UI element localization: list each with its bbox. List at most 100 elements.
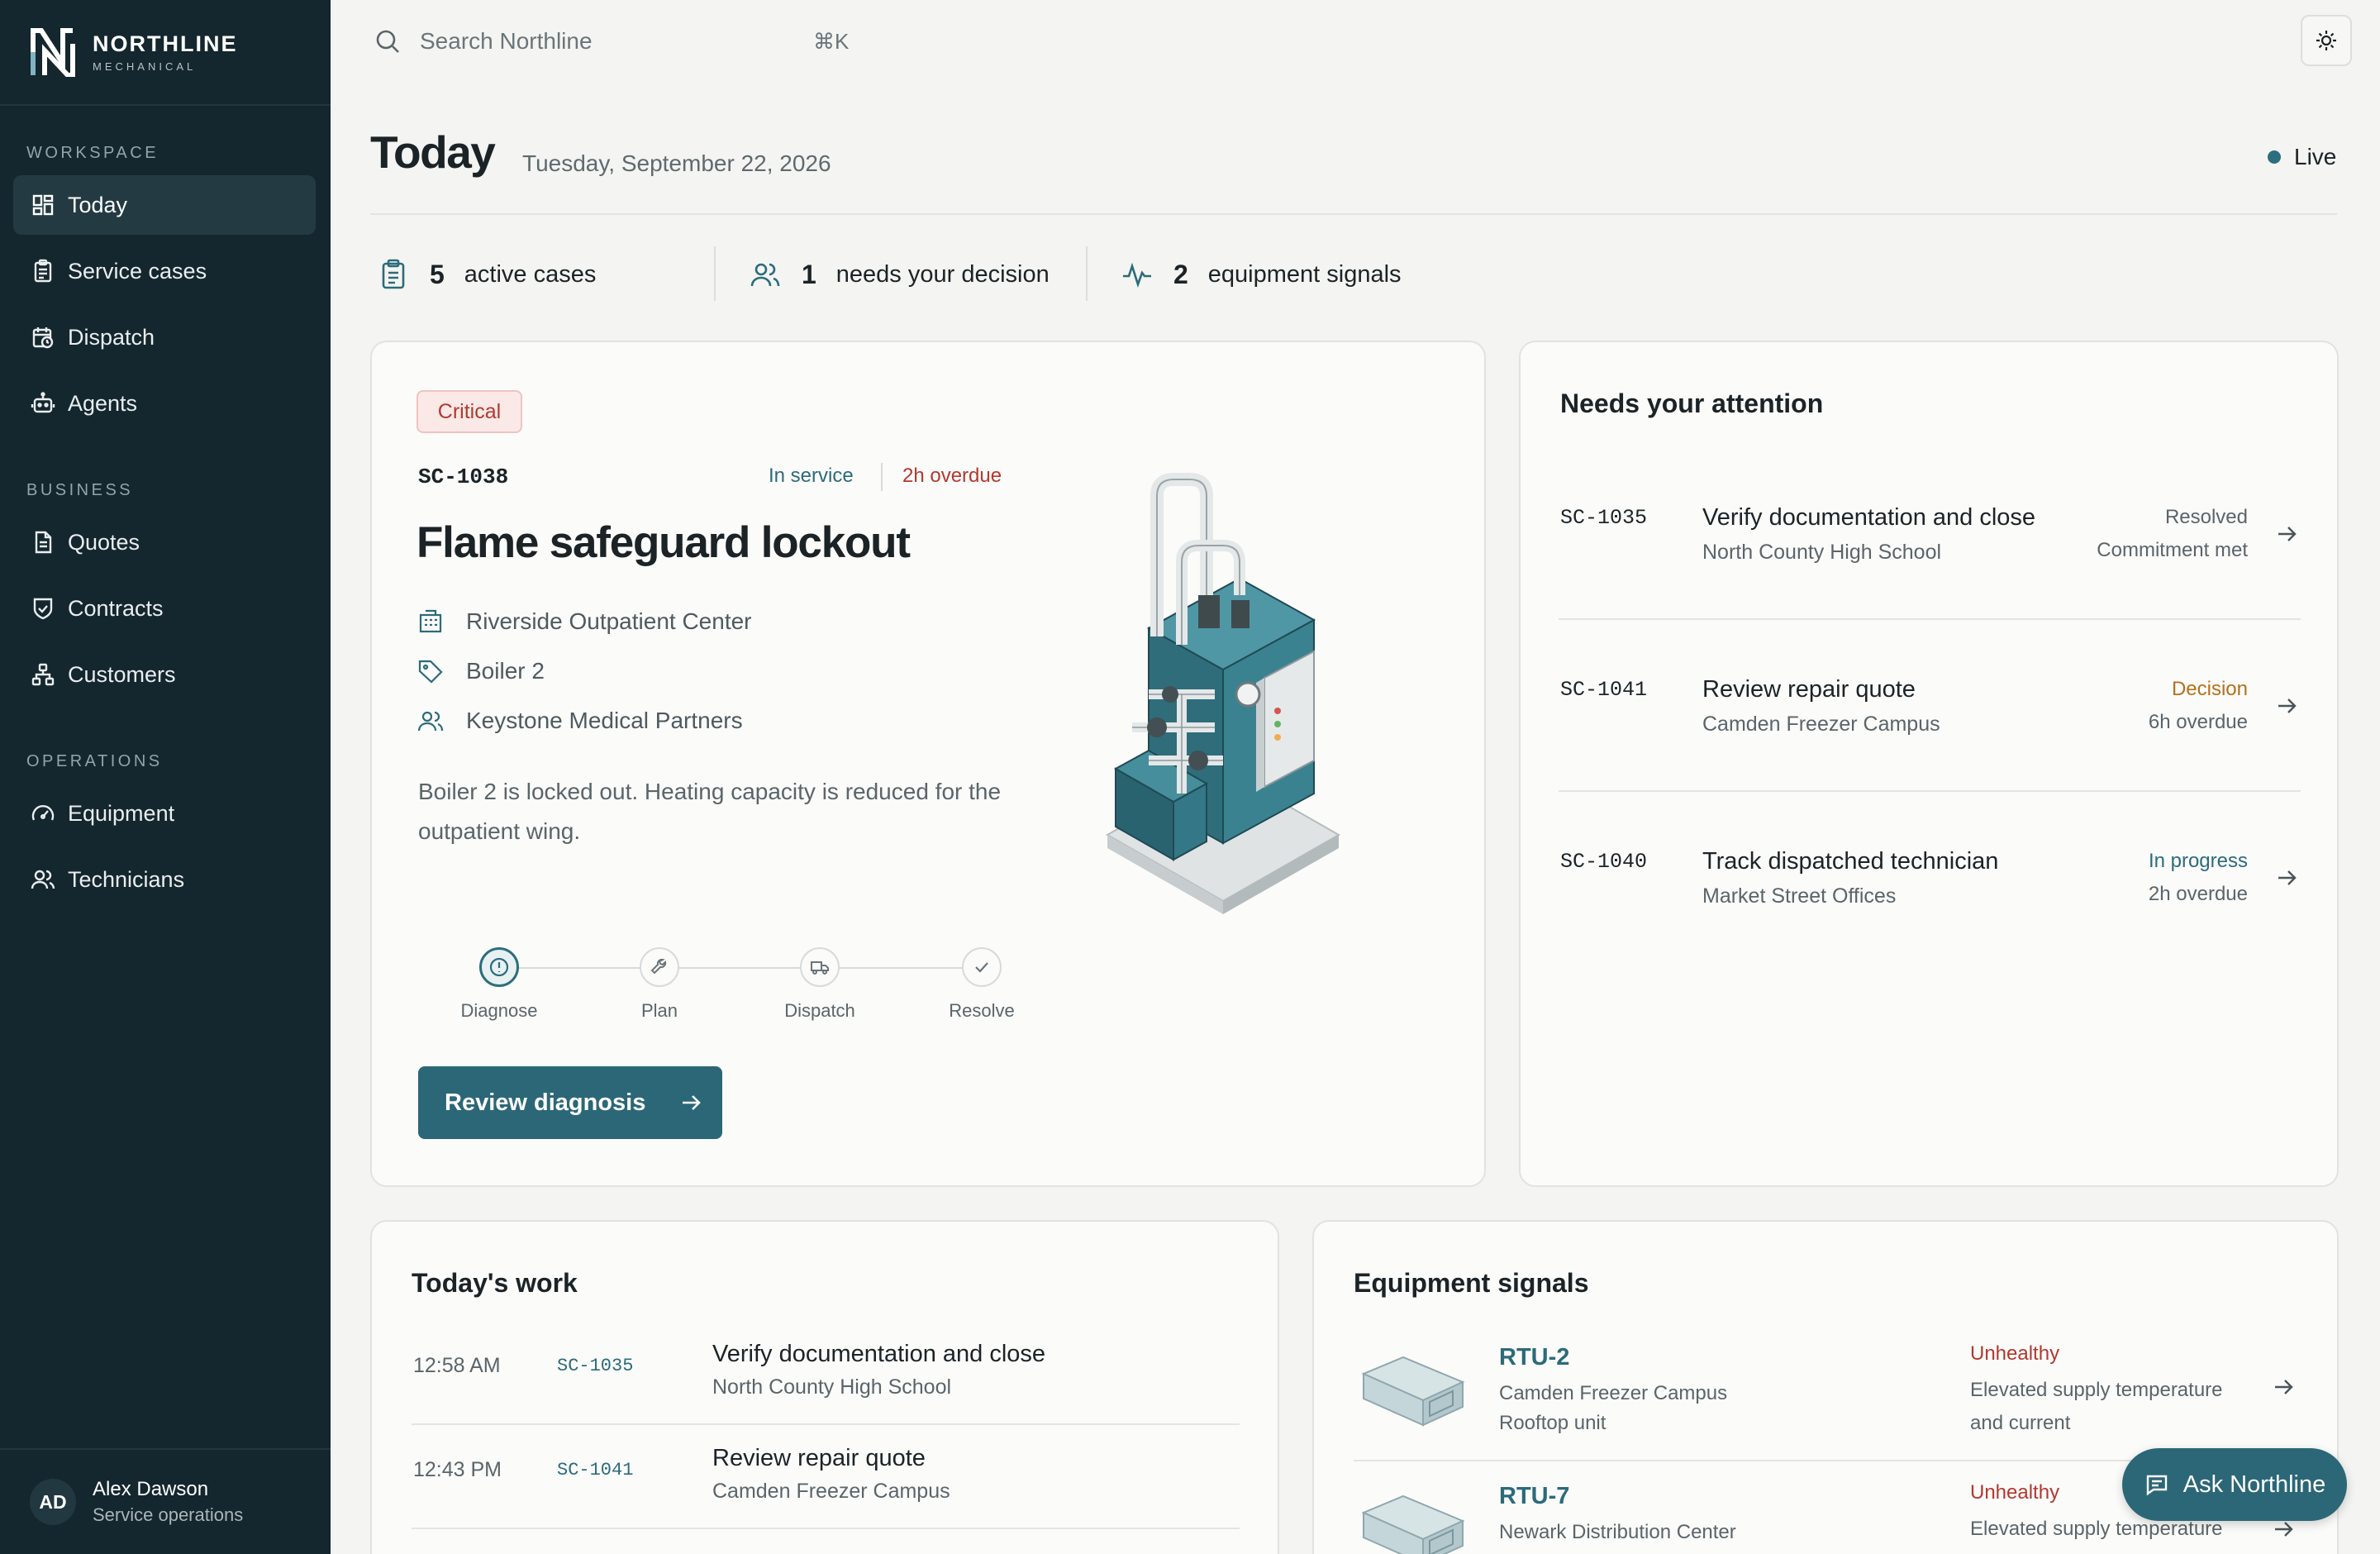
user-profile[interactable]: AD Alex Dawson Service operations [0,1448,331,1554]
work-item-site: Camden Freezer Campus [712,1480,950,1503]
work-item-title: Verify documentation and close [712,1341,1046,1367]
step-label: Diagnose [460,1000,538,1021]
signal-site: Camden Freezer Campus [1499,1382,1728,1404]
sidebar-item-service-cases[interactable]: Service cases [13,241,316,301]
case-overdue: 2h overdue [902,465,1002,487]
sidebar-item-dispatch[interactable]: Dispatch [13,307,316,367]
work-item[interactable]: 12:58 AM SC-1035 Verify documentation an… [412,1321,1240,1425]
page-title: Today [370,126,496,178]
case-customer: Keystone Medical Partners [416,704,743,737]
attention-item[interactable]: SC-1035 Verify documentation and close N… [1559,448,2301,620]
arrow-right-icon [683,1095,702,1110]
sidebar-item-label: Service cases [68,258,207,284]
arrow-right-icon[interactable] [2274,521,2301,547]
section-workspace: WORKSPACE [26,144,159,162]
clipboard-icon [34,259,52,283]
users-icon [31,870,55,889]
user-role: Service operations [93,1504,244,1525]
building-icon [419,609,442,633]
sidebar-item-quotes[interactable]: Quotes [13,512,316,572]
truck-icon [811,961,829,975]
attention-item-title: Review repair quote [1702,676,1916,703]
case-asset: Boiler 2 [416,655,545,688]
step-label: Dispatch [784,1000,855,1021]
brand-name: NORTHLINE [93,31,238,56]
ask-northline-button[interactable]: Ask Northline [2122,1448,2347,1521]
wrench-icon [650,958,667,975]
step-diagnose[interactable]: Diagnose [441,947,557,1022]
signal-asset-type: Rooftop unit [1499,1412,1606,1434]
rooftop-unit-icon [1361,1356,1465,1427]
work-case-id[interactable]: SC-1041 [557,1460,633,1480]
case-site-label: Riverside Outpatient Center [466,608,752,634]
avatar: AD [30,1479,76,1525]
sidebar-item-label: Quotes [68,529,140,555]
stat-value: 1 [802,259,816,289]
chat-icon [2146,1475,2167,1496]
step-marker [962,947,1002,987]
attention-status: Decision [2171,678,2248,700]
sidebar-item-agents[interactable]: Agents [13,374,316,433]
stat-divider [1086,246,1088,301]
step-plan[interactable]: Plan [602,947,717,1022]
search-bar[interactable]: Search Northline ⌘K [374,23,849,60]
sidebar-item-customers[interactable]: Customers [13,645,316,704]
search-icon [376,30,399,53]
theme-toggle-button[interactable] [2301,15,2352,66]
sidebar-item-contracts[interactable]: Contracts [13,579,316,638]
case-id[interactable]: SC-1038 [418,465,508,489]
stat-label: active cases [464,260,597,288]
sidebar-item-label: Dispatch [68,324,155,350]
stat-equipment-signals[interactable]: 2 equipment signals [1121,253,1402,296]
arrow-right-icon[interactable] [2271,1374,2297,1400]
handshake-icon [33,598,53,620]
attention-note: 6h overdue [2148,711,2248,733]
attention-item-site: Market Street Offices [1702,884,1897,908]
step-marker [800,947,840,987]
sidebar-item-today[interactable]: Today [13,175,316,235]
tag-icon [418,660,443,684]
attention-item-title: Verify documentation and close [1702,504,2036,531]
attention-status: In progress [2148,850,2248,872]
attention-item[interactable]: SC-1041 Review repair quote Camden Freez… [1559,620,2301,792]
case-asset-label: Boiler 2 [466,658,545,684]
signal-site: Newark Distribution Center [1499,1521,1736,1543]
equipment-signals-title: Equipment signals [1354,1268,1589,1298]
attention-note: Commitment met [2097,539,2248,561]
arrow-right-icon[interactable] [2274,693,2301,719]
work-case-id[interactable]: SC-1035 [557,1356,633,1376]
search-shortcut: ⌘K [813,28,850,54]
work-item[interactable]: 12:43 PM SC-1041 Review repair quote Cam… [412,1425,1240,1529]
step-resolve[interactable]: Resolve [924,947,1040,1022]
sidebar-item-label: Technicians [68,866,185,892]
stat-divider [714,246,716,301]
severity-badge: Critical [416,390,522,433]
arrow-right-icon[interactable] [2274,865,2301,891]
pulse-icon [1123,262,1151,288]
attention-item[interactable]: SC-1040 Track dispatched technician Mark… [1559,792,2301,964]
signal-asset-name[interactable]: RTU-7 [1499,1483,1569,1510]
calendar-clock-icon [32,327,54,349]
document-icon [35,531,52,554]
sidebar-item-equipment[interactable]: Equipment [13,784,316,843]
sidebar-item-technicians[interactable]: Technicians [13,850,316,909]
page-date: Tuesday, September 22, 2026 [522,150,831,176]
step-dispatch[interactable]: Dispatch [762,947,878,1022]
sidebar-item-label: Customers [68,661,176,687]
review-diagnosis-label: Review diagnosis [445,1089,646,1116]
signal-status: Unhealthy [1970,1481,2060,1504]
users-icon [417,711,444,732]
stat-needs-decision[interactable]: 1 needs your decision [749,253,1050,296]
sidebar-item-label: Equipment [68,800,175,826]
signal-asset-name[interactable]: RTU-2 [1499,1344,1569,1371]
stat-active-cases[interactable]: 5 active cases [377,253,596,296]
brand[interactable]: NORTHLINE MECHANICAL [0,0,331,106]
search-input[interactable]: Search Northline [420,28,813,55]
org-chart-icon [31,663,55,686]
review-diagnosis-button[interactable]: Review diagnosis [418,1066,722,1139]
attention-title: Needs your attention [1560,388,1824,418]
step-label: Plan [640,1000,678,1021]
work-time: 12:58 AM [413,1354,501,1377]
robot-icon [31,392,55,413]
signal-item[interactable]: RTU-2 Camden Freezer Campus Rooftop unit… [1354,1324,2297,1461]
